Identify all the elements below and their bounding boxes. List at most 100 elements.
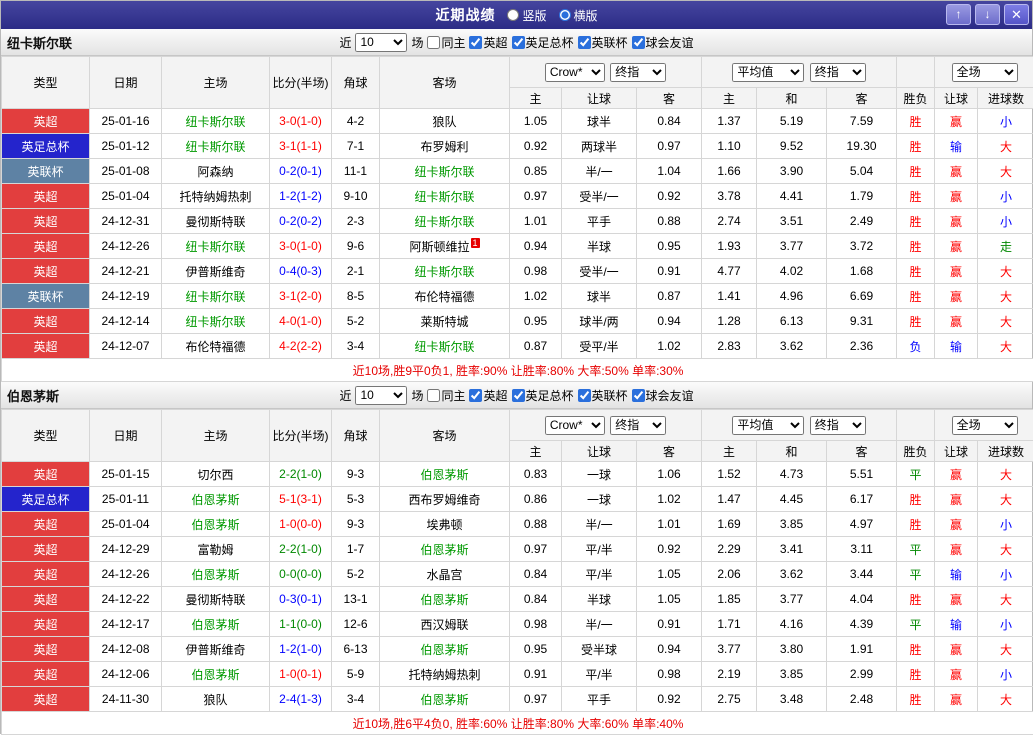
outcome-cell: 胜 bbox=[897, 487, 935, 512]
handicap-result-cell: 赢 bbox=[935, 462, 978, 487]
efl-cup-checkbox[interactable] bbox=[578, 389, 591, 402]
scroll-up-button[interactable]: ↑ bbox=[946, 4, 971, 25]
home-team: 切尔西 bbox=[162, 462, 270, 487]
league-filter-fa-cup[interactable]: 英足总杯 bbox=[512, 34, 574, 51]
avg-home-odds: 3.78 bbox=[702, 184, 757, 209]
filter-near-label: 近 bbox=[339, 34, 351, 51]
scope-select[interactable]: 全场 bbox=[952, 416, 1018, 435]
goals-result-cell: 小 bbox=[978, 109, 1033, 134]
same-home-filter[interactable]: 同主 bbox=[427, 34, 465, 51]
avg-away-odds: 6.69 bbox=[827, 284, 897, 309]
title-bar: 近期战绩 竖版 横版 ↑ ↓ ✕ bbox=[1, 1, 1032, 29]
corner-count: 8-5 bbox=[332, 284, 380, 309]
avg-away-odds: 4.04 bbox=[827, 587, 897, 612]
match-count-select[interactable]: 10 bbox=[355, 33, 407, 52]
match-score: 3-0(1-0) bbox=[270, 109, 332, 134]
col-score: 比分(半场) bbox=[270, 410, 332, 462]
odds-source-select[interactable]: Crow* bbox=[545, 416, 605, 435]
crown-away-odds: 0.97 bbox=[637, 134, 702, 159]
filter-games-label: 场 bbox=[411, 387, 423, 404]
match-date: 24-12-21 bbox=[90, 259, 162, 284]
corner-count: 2-3 bbox=[332, 209, 380, 234]
league-badge: 英超 bbox=[2, 562, 90, 587]
goals-result-cell: 大 bbox=[978, 462, 1033, 487]
corner-count: 3-4 bbox=[332, 334, 380, 359]
mode-vertical-label: 竖版 bbox=[522, 7, 546, 24]
premier-checkbox[interactable] bbox=[469, 36, 482, 49]
league-badge: 英超 bbox=[2, 537, 90, 562]
league-filter-friendly[interactable]: 球会友谊 bbox=[632, 34, 694, 51]
goals-result-cell: 大 bbox=[978, 537, 1033, 562]
same-home-filter[interactable]: 同主 bbox=[427, 387, 465, 404]
friendly-checkbox[interactable] bbox=[632, 389, 645, 402]
outcome-cell: 胜 bbox=[897, 184, 935, 209]
league-filter-fa-cup[interactable]: 英足总杯 bbox=[512, 387, 574, 404]
mode-horizontal[interactable]: 横版 bbox=[559, 7, 598, 24]
col-corner: 角球 bbox=[332, 57, 380, 109]
avg-source-select[interactable]: 平均值 bbox=[732, 63, 804, 82]
match-count-select[interactable]: 10 bbox=[355, 386, 407, 405]
league-filter-efl-cup[interactable]: 英联杯 bbox=[578, 387, 628, 404]
avg-draw-odds: 4.45 bbox=[757, 487, 827, 512]
goals-result-cell: 大 bbox=[978, 637, 1033, 662]
match-date: 24-12-22 bbox=[90, 587, 162, 612]
corner-count: 9-3 bbox=[332, 512, 380, 537]
close-button[interactable]: ✕ bbox=[1004, 4, 1029, 25]
odds-source-select[interactable]: Crow* bbox=[545, 63, 605, 82]
friendly-checkbox[interactable] bbox=[632, 36, 645, 49]
crown-handicap: 半/一 bbox=[562, 612, 637, 637]
corner-count: 3-4 bbox=[332, 687, 380, 712]
up-arrow-icon: ↑ bbox=[956, 7, 962, 21]
crown-away-odds: 1.01 bbox=[637, 512, 702, 537]
avg-draw-odds: 3.85 bbox=[757, 512, 827, 537]
crown-away-odds: 1.04 bbox=[637, 159, 702, 184]
away-team: 西布罗姆维奇 bbox=[380, 487, 510, 512]
fa-cup-checkbox[interactable] bbox=[512, 36, 525, 49]
home-team: 狼队 bbox=[162, 687, 270, 712]
home-team: 纽卡斯尔联 bbox=[162, 284, 270, 309]
crown-handicap: 受半/一 bbox=[562, 259, 637, 284]
same-home-checkbox[interactable] bbox=[427, 389, 440, 402]
scroll-down-button[interactable]: ↓ bbox=[975, 4, 1000, 25]
match-row: 英超24-12-07布伦特福德4-2(2-2)3-4纽卡斯尔联0.87受平/半1… bbox=[2, 334, 1033, 359]
avg-source-select[interactable]: 平均值 bbox=[732, 416, 804, 435]
outcome-cell: 胜 bbox=[897, 109, 935, 134]
match-row: 英超24-12-17伯恩茅斯1-1(0-0)12-6西汉姆联0.98半/一0.9… bbox=[2, 612, 1033, 637]
crown-handicap: 两球半 bbox=[562, 134, 637, 159]
corner-count: 5-2 bbox=[332, 562, 380, 587]
goals-result-cell: 大 bbox=[978, 334, 1033, 359]
crown-handicap: 半球 bbox=[562, 587, 637, 612]
avg-draw-odds: 5.19 bbox=[757, 109, 827, 134]
away-team: 纽卡斯尔联 bbox=[380, 184, 510, 209]
home-team: 曼彻斯特联 bbox=[162, 209, 270, 234]
league-filter-premier[interactable]: 英超 bbox=[469, 387, 507, 404]
avg-away-odds: 2.48 bbox=[827, 687, 897, 712]
league-filter-premier[interactable]: 英超 bbox=[469, 34, 507, 51]
crown-handicap: 平/半 bbox=[562, 537, 637, 562]
avg-home-odds: 1.66 bbox=[702, 159, 757, 184]
mode-vertical-radio[interactable] bbox=[507, 9, 519, 21]
handicap-result-cell: 赢 bbox=[935, 637, 978, 662]
avg-home-odds: 1.37 bbox=[702, 109, 757, 134]
avg-stage-select[interactable]: 终指 bbox=[810, 416, 866, 435]
mode-vertical[interactable]: 竖版 bbox=[507, 7, 546, 24]
league-badge: 英超 bbox=[2, 334, 90, 359]
avg-stage-select[interactable]: 终指 bbox=[810, 63, 866, 82]
match-row: 英超25-01-16纽卡斯尔联3-0(1-0)4-2狼队1.05球半0.841.… bbox=[2, 109, 1033, 134]
premier-checkbox[interactable] bbox=[469, 389, 482, 402]
mode-horizontal-radio[interactable] bbox=[559, 9, 571, 21]
league-filter-friendly[interactable]: 球会友谊 bbox=[632, 387, 694, 404]
goals-result-cell: 大 bbox=[978, 259, 1033, 284]
crown-home-odds: 0.95 bbox=[510, 637, 562, 662]
outcome-cell: 胜 bbox=[897, 209, 935, 234]
odds-stage-select[interactable]: 终指 bbox=[610, 416, 666, 435]
league-filter-efl-cup[interactable]: 英联杯 bbox=[578, 34, 628, 51]
efl-cup-checkbox[interactable] bbox=[578, 36, 591, 49]
same-home-checkbox[interactable] bbox=[427, 36, 440, 49]
fa-cup-checkbox[interactable] bbox=[512, 389, 525, 402]
crown-away-odds: 0.92 bbox=[637, 537, 702, 562]
crown-home-odds: 0.87 bbox=[510, 334, 562, 359]
scope-select[interactable]: 全场 bbox=[952, 63, 1018, 82]
odds-stage-select[interactable]: 终指 bbox=[610, 63, 666, 82]
crown-away-odds: 0.84 bbox=[637, 109, 702, 134]
